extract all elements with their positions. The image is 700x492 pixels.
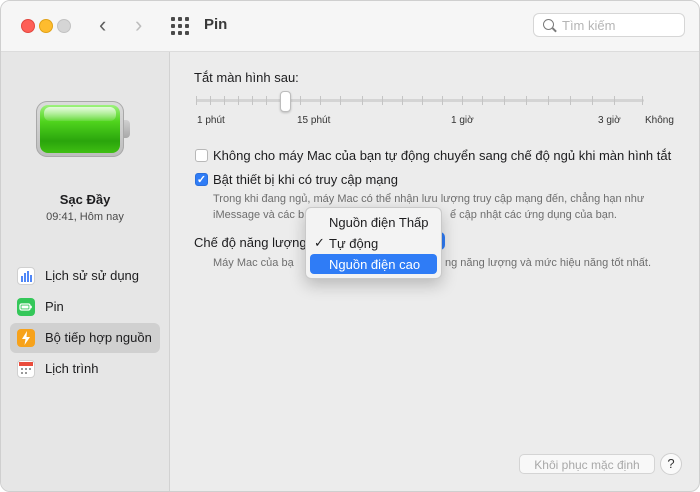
menu-item-low-power[interactable]: Nguồn điện Thấp — [310, 212, 437, 232]
energy-mode-description-left: Máy Mac của bạ — [213, 257, 294, 269]
menu-item-automatic[interactable]: ✓ Tự động — [310, 233, 437, 253]
slider-knob[interactable] — [280, 91, 291, 112]
display-off-label: Tắt màn hình sau: — [194, 70, 299, 85]
sidebar-item-battery[interactable]: Pin — [10, 292, 160, 322]
battery-status-time: 09:41, Hôm nay — [46, 211, 124, 223]
search-input[interactable] — [562, 17, 677, 33]
sidebar-item-label: Bộ tiếp hợp nguồn — [45, 330, 152, 345]
checkmark-icon: ✓ — [314, 235, 325, 250]
sidebar-item-label: Pin — [45, 299, 64, 314]
menu-item-high-power[interactable]: Nguồn điện cao — [310, 254, 437, 274]
titlebar: ‹ › Pin — [1, 1, 699, 52]
system-preferences-window: ‹ › Pin Sạc Đầy 09:41, Hôm nay Lịch sử s… — [0, 0, 700, 492]
restore-defaults-button[interactable]: Khôi phục mặc định — [519, 454, 655, 474]
menu-item-label: Tự động — [329, 236, 379, 251]
wake-network-description-right: ể cập nhật các ứng dụng của bạn. — [450, 209, 617, 221]
zoom-window-button[interactable] — [57, 19, 71, 33]
slider-tick-label: 1 giờ — [451, 115, 474, 126]
search-box[interactable] — [533, 13, 685, 37]
forward-chevron-icon[interactable]: › — [135, 13, 142, 37]
minimize-window-button[interactable] — [39, 19, 53, 33]
sidebar-item-label: Lịch sử sử dụng — [45, 268, 140, 283]
back-chevron-icon[interactable]: ‹ — [99, 13, 106, 37]
power-adapter-icon — [17, 329, 35, 347]
slider-tick-label: 1 phút — [197, 115, 225, 126]
slider-tick-label: 3 giờ — [598, 115, 621, 126]
battery-icon — [17, 298, 35, 316]
wake-network-label: Bật thiết bị khi có truy cập mạng — [213, 172, 398, 187]
sidebar-item-schedule[interactable]: Lịch trình — [10, 354, 160, 384]
slider-tick-label: 15 phút — [297, 115, 331, 126]
sidebar-item-label: Lịch trình — [45, 361, 99, 376]
search-icon — [543, 19, 554, 30]
battery-status: Sạc Đầy — [59, 192, 111, 207]
energy-mode-description-right: ng năng lượng và mức hiệu năng tốt nhất. — [445, 257, 652, 269]
help-button[interactable]: ? — [660, 453, 682, 475]
energy-mode-label: Chế độ năng lượng — [194, 235, 307, 250]
close-window-button[interactable] — [21, 19, 35, 33]
prevent-sleep-label: Không cho máy Mac của bạn tự động chuyển… — [213, 148, 672, 163]
battery-large-icon — [36, 101, 130, 159]
display-sleep-slider[interactable] — [196, 99, 644, 102]
slider-tick-label: Không — [645, 115, 674, 126]
prevent-sleep-checkbox[interactable] — [195, 149, 208, 162]
menu-item-label: Nguồn điện cao — [329, 257, 421, 272]
show-all-grid-icon[interactable] — [171, 17, 189, 35]
usage-history-icon — [17, 267, 35, 285]
energy-mode-menu: Nguồn điện Thấp ✓ Tự động Nguồn điện cao — [305, 207, 442, 279]
calendar-icon — [17, 360, 35, 378]
menu-item-label: Nguồn điện Thấp — [329, 215, 429, 230]
sidebar: Sạc Đầy 09:41, Hôm nay Lịch sử sử dụng P… — [1, 52, 170, 491]
window-title: Pin — [204, 16, 228, 33]
sidebar-item-usage-history[interactable]: Lịch sử sử dụng — [10, 261, 160, 291]
wake-network-checkbox[interactable]: ✓ — [195, 173, 208, 186]
sidebar-item-power-adapter[interactable]: Bộ tiếp hợp nguồn — [10, 323, 160, 353]
wake-network-description: Trong khi đang ngủ, máy Mac có thể nhận … — [213, 193, 645, 205]
wake-network-description-left: iMessage và các b — [213, 209, 305, 221]
